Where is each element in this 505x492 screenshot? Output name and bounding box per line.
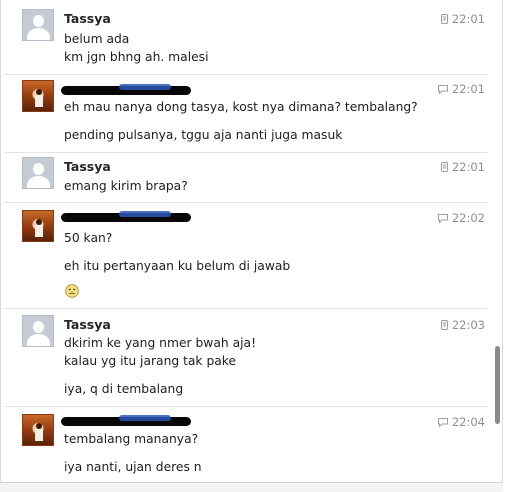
scrollbar-thumb[interactable] bbox=[495, 346, 500, 424]
timestamp-text: 22:04 bbox=[451, 415, 485, 429]
redacted-sender-name bbox=[61, 211, 191, 222]
message-text: km jgn bhng ah. malesi bbox=[64, 50, 209, 64]
timestamp: 22:02 bbox=[437, 211, 485, 226]
timestamp-text: 22:01 bbox=[451, 12, 485, 26]
divider bbox=[4, 308, 487, 309]
mobile-icon bbox=[440, 13, 448, 27]
sender-name[interactable]: Tassya bbox=[64, 11, 111, 26]
divider bbox=[4, 202, 487, 203]
sender-name[interactable]: Tassya bbox=[64, 159, 111, 174]
message-text: dkirim ke yang nmer bwah aja! bbox=[64, 336, 257, 350]
timestamp-text: 22:03 bbox=[451, 318, 485, 332]
sender-name[interactable]: Tassya bbox=[64, 317, 111, 332]
chat-bubble-icon bbox=[437, 212, 448, 226]
timestamp: 22:03 bbox=[440, 318, 485, 333]
chat-bubble-icon bbox=[437, 416, 448, 430]
message-text: iya, q di tembalang bbox=[64, 382, 184, 396]
photo-avatar[interactable] bbox=[22, 414, 54, 446]
timestamp-text: 22:02 bbox=[451, 211, 485, 225]
frowning-face-icon bbox=[65, 284, 79, 298]
timestamp: 22:01 bbox=[437, 82, 485, 97]
timestamp: 22:01 bbox=[440, 160, 485, 175]
message-text: tembalang mananya? bbox=[64, 432, 199, 446]
message-text: kalau yg itu jarang tak pake bbox=[64, 354, 237, 368]
message-text: belum ada bbox=[64, 32, 130, 46]
redacted-sender-name bbox=[61, 415, 191, 426]
message-text: eh mau nanya dong tasya, kost nya dimana… bbox=[64, 100, 418, 114]
message-text: pending pulsanya, tggu aja nanti juga ma… bbox=[64, 128, 343, 142]
divider bbox=[4, 74, 487, 75]
photo-avatar[interactable] bbox=[22, 80, 54, 112]
redacted-sender-name bbox=[61, 84, 191, 95]
mobile-icon bbox=[440, 319, 448, 333]
default-avatar[interactable] bbox=[22, 315, 54, 347]
timestamp-text: 22:01 bbox=[451, 160, 485, 174]
timestamp: 22:01 bbox=[440, 12, 485, 27]
divider bbox=[4, 406, 487, 407]
default-avatar[interactable] bbox=[22, 9, 54, 41]
divider bbox=[4, 152, 487, 153]
message-text: iya nanti, ujan deres n bbox=[64, 460, 202, 474]
timestamp-text: 22:01 bbox=[451, 82, 485, 96]
message-text: 50 kan? bbox=[64, 231, 113, 245]
message-text: eh itu pertanyaan ku belum di jawab bbox=[64, 259, 291, 273]
timestamp: 22:04 bbox=[437, 415, 485, 430]
photo-avatar[interactable] bbox=[22, 210, 54, 242]
chat-bubble-icon bbox=[437, 83, 448, 97]
default-avatar[interactable] bbox=[22, 157, 54, 189]
mobile-icon bbox=[440, 161, 448, 175]
chat-history: Tassya 22:01 belum ada km jgn bhng ah. m… bbox=[0, 0, 503, 489]
message-text: emang kirim brapa? bbox=[64, 179, 188, 193]
